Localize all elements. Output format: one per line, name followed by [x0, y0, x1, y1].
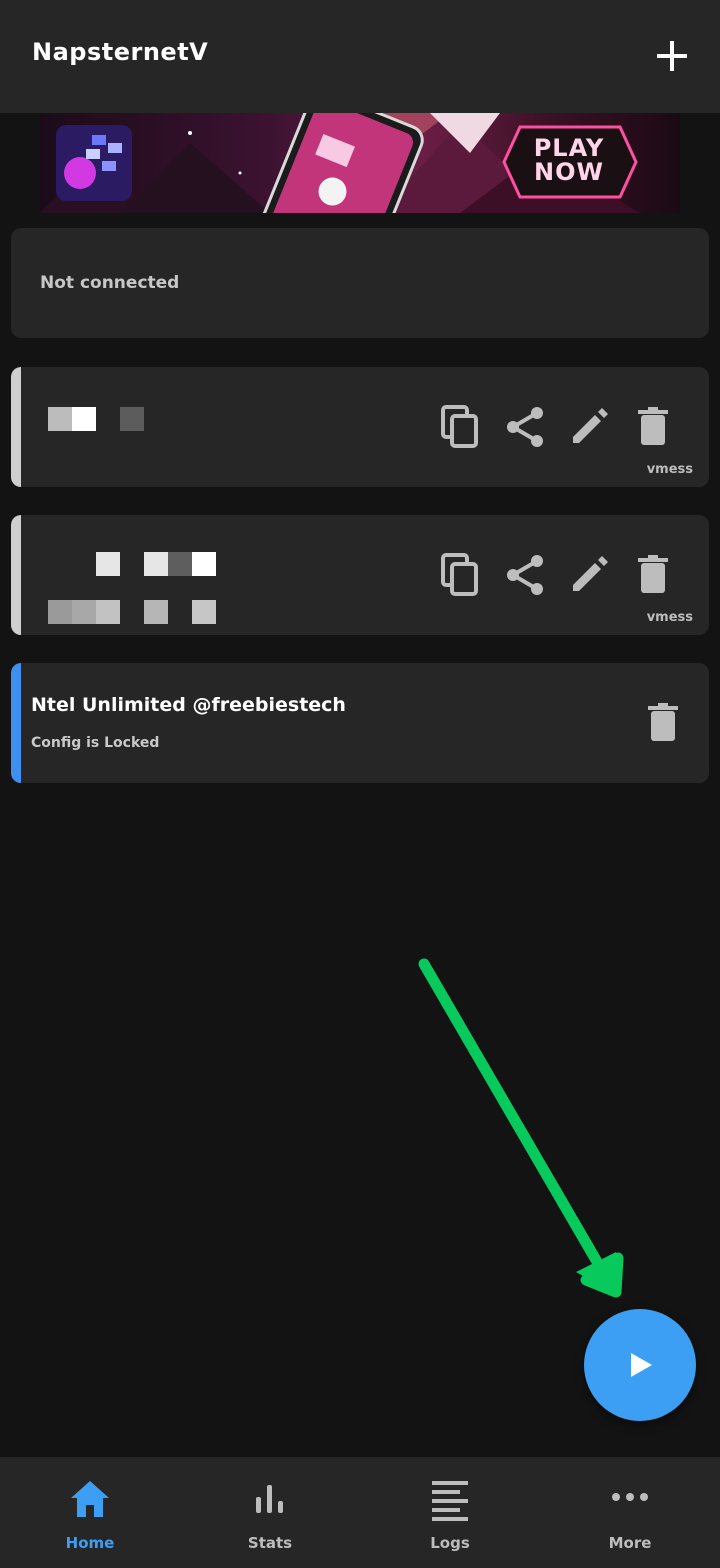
copy-icon	[441, 553, 478, 596]
delete-button[interactable]	[629, 551, 677, 599]
config-protocol: vmess	[646, 610, 693, 625]
ad-banner[interactable]: PLAY NOW	[40, 113, 680, 213]
delete-icon	[638, 555, 668, 593]
nav-more[interactable]: More	[540, 1457, 720, 1568]
config-protocol: vmess	[646, 462, 693, 477]
stats-icon	[256, 1485, 283, 1513]
bottom-navigation: Home Stats Logs More	[0, 1457, 720, 1568]
config-selection-bar	[11, 515, 21, 635]
nav-more-label: More	[608, 1534, 652, 1552]
share-icon	[507, 555, 543, 595]
share-button[interactable]	[501, 551, 549, 599]
edit-icon	[573, 556, 608, 591]
config-name: Ntel Unlimited @freebiestech	[31, 694, 346, 716]
nav-logs-label: Logs	[430, 1534, 470, 1552]
config-locked-label: Config is Locked	[31, 735, 160, 751]
nav-stats-label: Stats	[247, 1534, 293, 1552]
add-config-button[interactable]	[654, 38, 690, 74]
more-icon	[612, 1493, 648, 1501]
nav-stats[interactable]: Stats	[180, 1457, 360, 1568]
app-title: NapsternetV	[32, 38, 209, 66]
delete-icon	[638, 407, 668, 445]
config-selection-bar	[11, 663, 21, 783]
annotation-arrow-icon	[418, 958, 624, 1298]
copy-icon	[441, 405, 478, 448]
config-card[interactable]: vmess	[11, 515, 709, 635]
home-icon	[71, 1481, 109, 1517]
share-icon	[507, 407, 543, 447]
delete-button[interactable]	[629, 403, 677, 451]
connection-status-text: Not connected	[40, 273, 180, 293]
config-card-locked[interactable]: Ntel Unlimited @freebiestech Config is L…	[11, 663, 709, 783]
edit-button[interactable]	[565, 403, 613, 451]
nav-home-label: Home	[65, 1534, 115, 1552]
edit-icon	[573, 408, 608, 443]
config-card[interactable]: vmess	[11, 367, 709, 487]
app-bar: NapsternetV	[0, 0, 720, 113]
ad-cta-line1: PLAY	[533, 134, 605, 162]
delete-button[interactable]	[639, 699, 687, 747]
play-icon	[631, 1353, 652, 1377]
edit-button[interactable]	[565, 551, 613, 599]
copy-button[interactable]	[437, 403, 485, 451]
nav-home[interactable]: Home	[0, 1457, 180, 1568]
nav-logs[interactable]: Logs	[360, 1457, 540, 1568]
ad-cta[interactable]: PLAY NOW	[515, 136, 623, 184]
connect-fab[interactable]	[584, 1309, 696, 1421]
connection-status-card: Not connected	[11, 228, 709, 338]
share-button[interactable]	[501, 403, 549, 451]
ad-cta-line2: NOW	[534, 158, 604, 186]
plus-icon	[657, 41, 687, 71]
delete-icon	[648, 703, 678, 741]
config-selection-bar	[11, 367, 21, 487]
copy-button[interactable]	[437, 551, 485, 599]
logs-icon	[432, 1481, 468, 1521]
